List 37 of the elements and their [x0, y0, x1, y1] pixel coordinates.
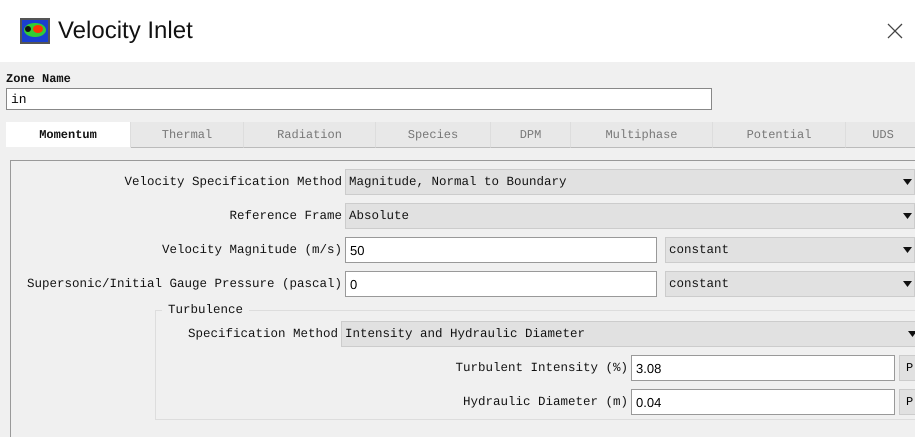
tab[interactable]: DPM: [491, 122, 571, 148]
dropdown[interactable]: Magnitude, Normal to Boundary: [345, 169, 915, 195]
zone-name-label: Zone Name: [6, 72, 72, 86]
input-field[interactable]: 3.08: [631, 355, 895, 381]
tab[interactable]: UDS: [846, 122, 915, 148]
group-title: Turbulence: [167, 303, 244, 317]
tab[interactable]: Species: [376, 122, 491, 148]
field-label: Velocity Magnitude (m/s): [160, 243, 343, 257]
caret-icon: [903, 247, 912, 253]
dropdown[interactable]: Intensity and Hydraulic Diameter: [341, 321, 915, 347]
zone-name-field[interactable]: in: [6, 88, 712, 110]
field-label: Turbulent Intensity (%): [454, 361, 629, 375]
parameter-button[interactable]: P: [899, 389, 915, 415]
parameter-button[interactable]: P: [899, 355, 915, 381]
tab[interactable]: Multiphase: [571, 122, 713, 148]
app-logo-icon: [20, 18, 50, 44]
dropdown[interactable]: Absolute: [345, 203, 915, 229]
caret-icon: [903, 281, 912, 287]
caret-icon: [903, 213, 912, 219]
input-field[interactable]: 50: [345, 237, 657, 263]
dropdown[interactable]: constant: [665, 237, 915, 263]
window-title: Velocity Inlet: [58, 17, 194, 45]
field-label: Supersonic/Initial Gauge Pressure (pascal): [26, 277, 343, 291]
input-field[interactable]: 0: [345, 271, 657, 297]
field-label: Hydraulic Diameter (m): [462, 395, 629, 409]
tab[interactable]: Potential: [713, 122, 846, 148]
caret-icon: [908, 331, 915, 337]
field-label: Specification Method: [186, 327, 339, 341]
tab[interactable]: Radiation: [244, 122, 376, 148]
field-label: Reference Frame: [228, 209, 343, 223]
tab[interactable]: Momentum: [6, 122, 131, 148]
dropdown[interactable]: constant: [665, 271, 915, 297]
field-label: Velocity Specification Method: [123, 175, 343, 189]
close-icon[interactable]: [887, 23, 903, 39]
input-field[interactable]: 0.04: [631, 389, 895, 415]
tab[interactable]: Thermal: [131, 122, 244, 148]
caret-icon: [903, 179, 912, 185]
